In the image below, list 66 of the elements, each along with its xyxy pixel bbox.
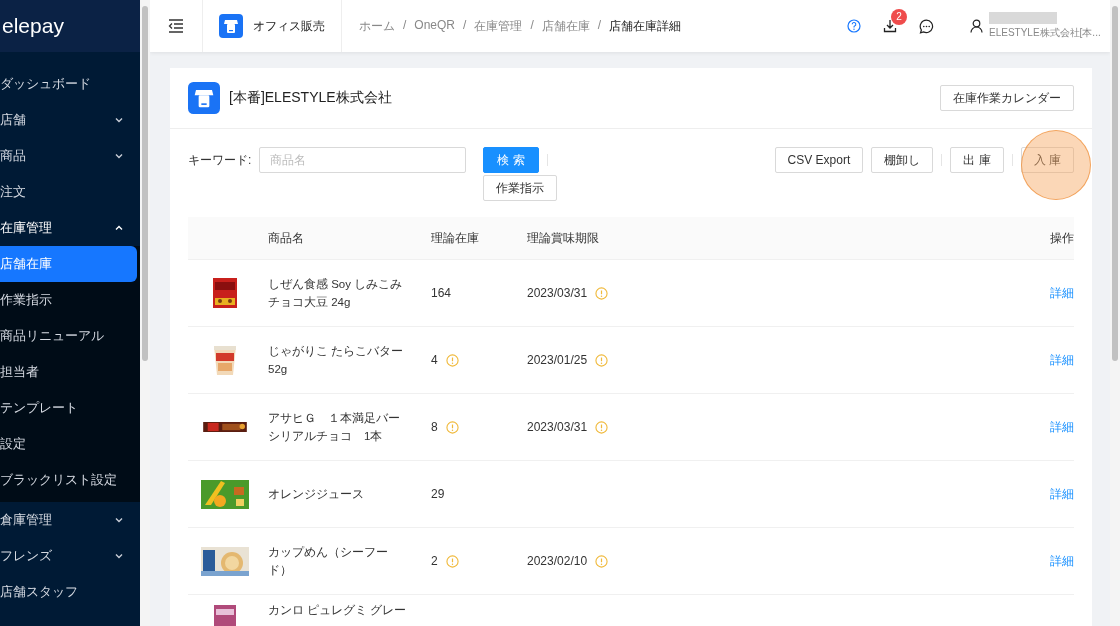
breadcrumb-separator: /	[463, 17, 467, 34]
stock-count: 2	[431, 554, 438, 568]
sidebar-item[interactable]: テンプレート	[0, 390, 137, 426]
sidebar-item[interactable]: ブラックリスト設定	[0, 462, 137, 498]
column-header: 操作	[1050, 230, 1074, 245]
breadcrumb-separator: /	[530, 17, 534, 34]
column-header: 商品名	[268, 230, 304, 245]
instruction-button[interactable]: 作業指示	[483, 175, 558, 201]
store-icon	[188, 82, 220, 114]
sidebar-item[interactable]: 在庫管理	[0, 210, 140, 246]
menu-fold-icon[interactable]	[168, 19, 184, 33]
download-icon[interactable]	[883, 19, 897, 33]
sidebar-item[interactable]: 倉庫管理	[0, 502, 140, 538]
sidebar-item[interactable]: 設定	[0, 426, 137, 462]
logo-text: elepay	[0, 0, 140, 52]
breadcrumb-item[interactable]: 店舗在庫	[541, 17, 590, 35]
action-button[interactable]: 出 庫	[950, 147, 1004, 173]
sidebar-item[interactable]: 店舗スタッフ	[0, 574, 140, 610]
expiry-date: 2023/03/31	[527, 420, 588, 434]
help-icon[interactable]	[847, 19, 861, 33]
scrollbar-thumb[interactable]	[1112, 6, 1118, 361]
breadcrumb-separator: /	[597, 17, 602, 34]
store-name[interactable]: オフィス販売	[253, 17, 325, 35]
stock-count: 8	[431, 420, 438, 434]
expiry-date: 2023/01/25	[527, 353, 588, 367]
product-name: しぜん食感 Soy しみこみチョコ大豆 24g	[268, 277, 404, 310]
search-field[interactable]: 商品名	[259, 147, 467, 173]
stock-count: 164	[431, 286, 452, 300]
action-button[interactable]: 入 庫	[1020, 147, 1074, 173]
breadcrumb-item[interactable]: OneQR	[414, 17, 456, 35]
product-name: じゃがりこ たらこバター 52g	[268, 344, 405, 377]
user-icon[interactable]	[970, 19, 983, 33]
expiry-date: 2023/03/31	[527, 286, 588, 300]
company-name: ELESTYLE株式会社[本...	[989, 26, 1101, 40]
column-header: 理論賞味期限	[527, 230, 599, 245]
sidebar-item[interactable]: 商品リニューアル	[0, 318, 137, 354]
action-button[interactable]: 棚卸し	[871, 147, 934, 173]
product-name: カップめん（シーフード）	[268, 545, 389, 578]
chat-icon[interactable]	[918, 18, 934, 34]
expiry-date: 2023/02/10	[527, 554, 588, 568]
sidebar-item[interactable]: ダッシュボード	[0, 66, 140, 102]
breadcrumb-item[interactable]: 在庫管理	[474, 17, 523, 35]
product-name: カンロ ピュレグミ グレー	[268, 603, 406, 618]
sidebar-item[interactable]: 作業指示	[0, 282, 137, 318]
sidebar-item[interactable]: 商品	[0, 138, 140, 174]
column-header: 理論在庫	[431, 230, 479, 245]
sidebar-item[interactable]: 担当者	[0, 354, 137, 390]
sidebar-item[interactable]: 注文	[0, 174, 140, 210]
breadcrumb-item[interactable]: ホーム	[359, 17, 395, 35]
notification-badge: 2	[891, 9, 907, 25]
sidebar-item[interactable]: フレンズ	[0, 538, 140, 574]
stock-count: 29	[431, 487, 445, 501]
stock-count: 4	[431, 353, 438, 367]
product-name: アサヒＧ １本満足バーシリアルチョコ 1本	[268, 411, 401, 444]
product-name: オレンジジュース	[268, 487, 365, 502]
scrollbar-thumb[interactable]	[142, 6, 148, 361]
store-title: [本番]ELESTYLE株式会社	[229, 89, 392, 107]
sidebar-item[interactable]: 店舗	[0, 102, 140, 138]
breadcrumb-item: 店舗在庫詳細	[609, 17, 682, 35]
action-button[interactable]: CSV Export	[774, 147, 864, 173]
keyword-label: キーワード:	[188, 152, 252, 169]
store-icon	[219, 14, 243, 38]
breadcrumb-separator: /	[403, 17, 407, 34]
redacted-name	[989, 12, 1057, 24]
sidebar-item[interactable]: 店舗在庫	[0, 246, 137, 282]
calendar-button[interactable]: 在庫作業カレンダー	[940, 85, 1074, 111]
